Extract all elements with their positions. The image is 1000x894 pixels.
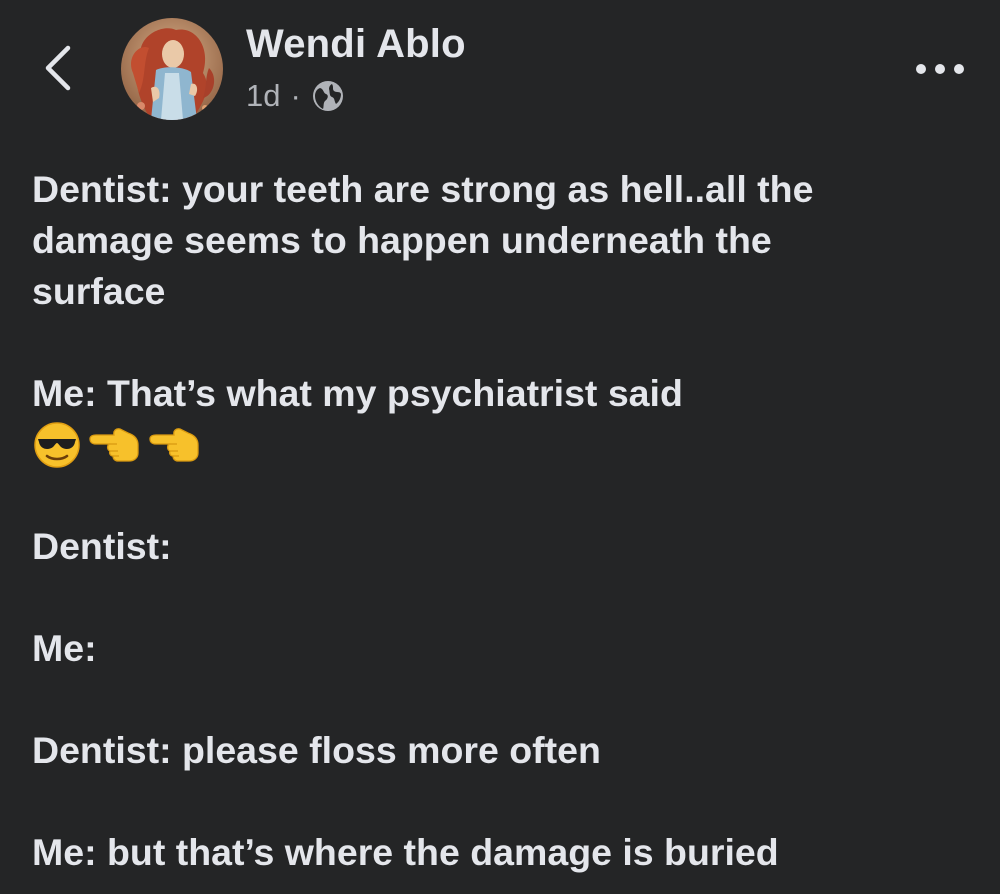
post-line: Me: That’s what my psychiatrist said [32, 372, 683, 414]
post-meta: 1d · [246, 78, 345, 114]
meta-separator: · [290, 78, 301, 113]
author-name[interactable]: Wendi Ablo [246, 22, 466, 67]
post-time[interactable]: 1d [246, 78, 280, 114]
more-options-button[interactable] [912, 54, 968, 84]
avatar[interactable] [121, 18, 223, 120]
post-text: Dentist: your teeth are strong as hell..… [32, 164, 972, 878]
sunglasses-face-icon [34, 421, 80, 468]
pointing-left-hand-icon [149, 427, 199, 462]
more-dots-icon [916, 64, 964, 74]
emoji-row [32, 419, 972, 470]
post-screen: Wendi Ablo 1d · Dentist: your teeth are … [0, 0, 1000, 894]
post-line: Me: but that’s where the damage is burie… [32, 831, 779, 873]
pointing-left-hand-icon [89, 427, 139, 462]
chevron-left-icon [45, 45, 71, 91]
post-line: Dentist: please floss more often [32, 729, 601, 771]
back-button[interactable] [38, 38, 82, 98]
post-line: Dentist: [32, 525, 172, 567]
post-line: damage seems to happen underneath the [32, 219, 772, 261]
post-header: Wendi Ablo 1d · [0, 0, 1000, 130]
post-line: surface [32, 270, 166, 312]
post-line: Me: [32, 627, 97, 669]
post-line: Dentist: your teeth are strong as hell..… [32, 168, 814, 210]
globe-icon [312, 81, 343, 111]
